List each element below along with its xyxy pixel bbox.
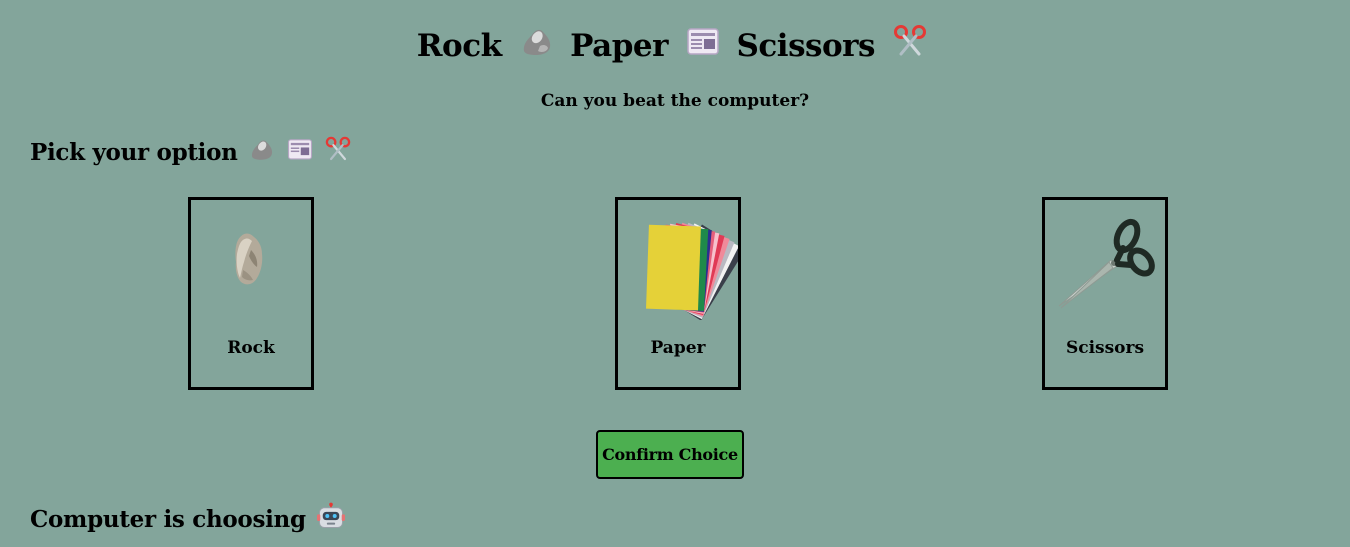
scissors-emoji-icon (325, 136, 351, 170)
newspaper-emoji-icon (686, 24, 720, 68)
title-scissors: Scissors (736, 28, 876, 64)
confirm-choice-button[interactable]: Confirm Choice (596, 430, 744, 479)
title-rock: Rock (416, 28, 502, 64)
option-card-scissors[interactable]: Scissors (1042, 197, 1168, 390)
newspaper-emoji-icon (287, 136, 313, 170)
computer-choosing-label: Computer is choosing (30, 506, 306, 533)
pick-option-heading: Pick your option (30, 136, 351, 170)
pick-option-label: Pick your option (30, 139, 238, 166)
rock-icon (235, 233, 263, 285)
title-paper: Paper (570, 28, 668, 64)
rock-emoji-icon (520, 24, 554, 68)
rock-emoji-icon (249, 136, 275, 170)
robot-icon (317, 502, 346, 538)
option-label-scissors: Scissors (1065, 338, 1145, 358)
option-label-paper: Paper (650, 338, 706, 358)
option-card-rock[interactable]: Rock (188, 197, 314, 390)
computer-choosing-heading: Computer is choosing (30, 502, 346, 538)
scissors-emoji-icon (893, 24, 927, 68)
page-subtitle: Can you beat the computer? (540, 91, 810, 111)
page-title: Rock Paper Scissors (0, 24, 1350, 68)
option-card-paper[interactable]: Paper (615, 197, 741, 390)
option-label-rock: Rock (227, 338, 275, 358)
paper-stack-icon (646, 222, 738, 320)
scissors-icon (1058, 218, 1155, 309)
